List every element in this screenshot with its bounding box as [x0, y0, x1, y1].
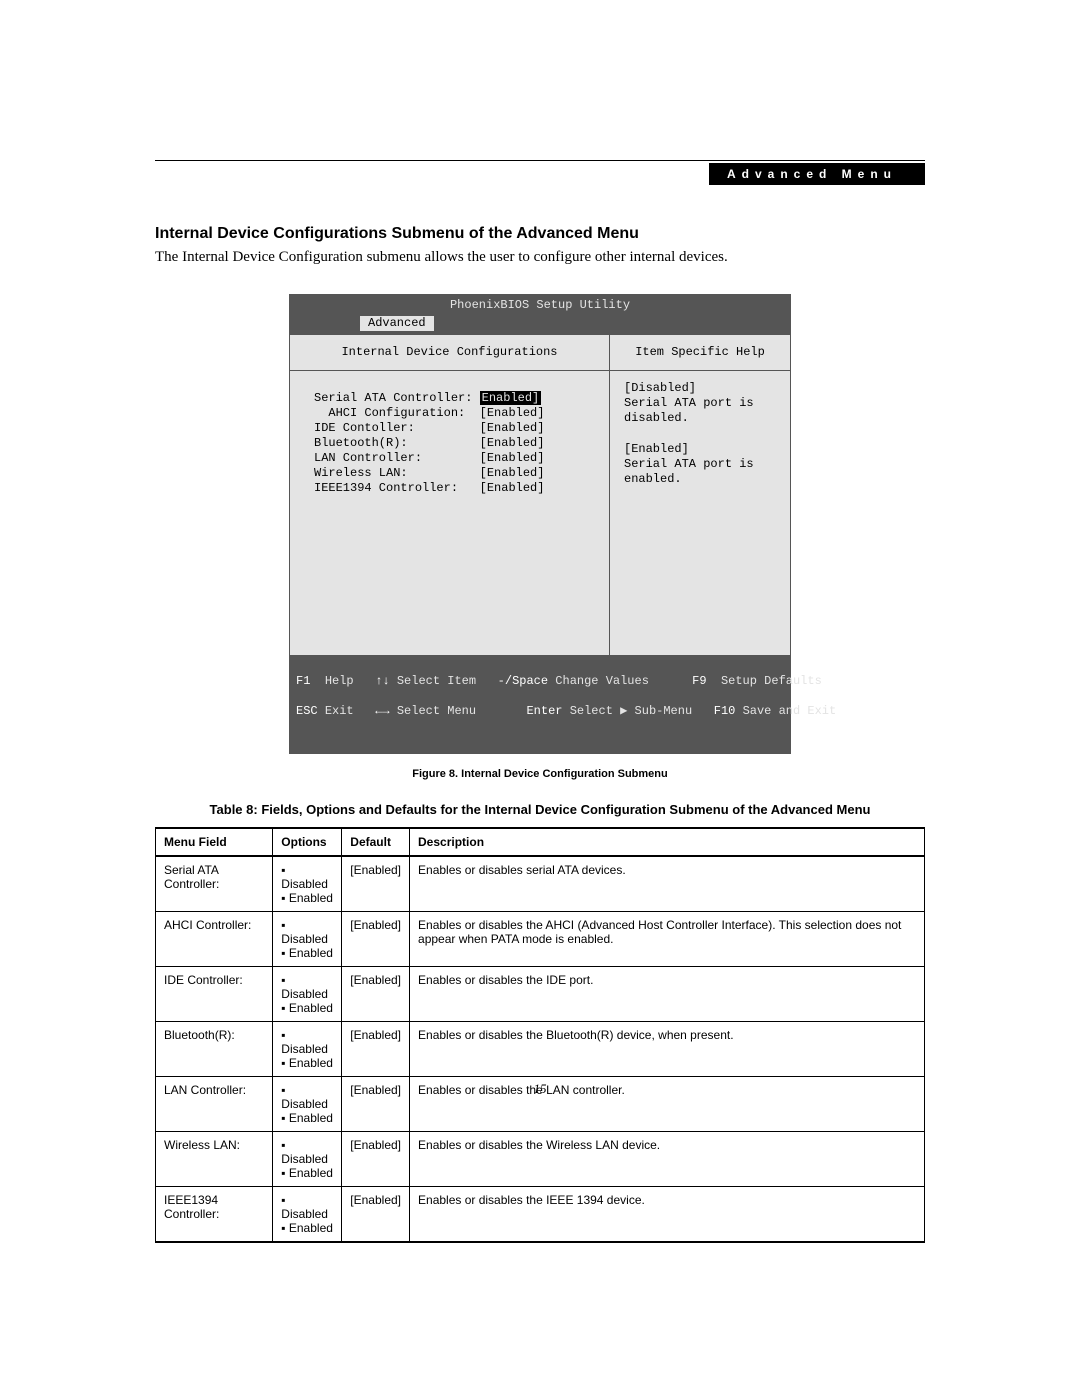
cell-default: [Enabled] [342, 1132, 410, 1187]
bios-setting-row[interactable]: IEEE1394 Controller: [Enabled] [314, 481, 597, 496]
bios-tab-advanced[interactable]: Advanced [360, 316, 434, 331]
section-title: Internal Device Configurations Submenu o… [155, 225, 925, 243]
cell-description: Enables or disables the AHCI (Advanced H… [410, 912, 925, 967]
cell-menu-field: AHCI Controller: [156, 912, 273, 967]
option-item: Disabled [281, 1028, 333, 1056]
cell-options: DisabledEnabled [273, 1187, 342, 1243]
bios-footer: F1 Help ↑↓ Select Item -/Space Change Va… [290, 655, 790, 753]
bios-setting-row[interactable]: AHCI Configuration: [Enabled] [314, 406, 597, 421]
bios-help-block: [Enabled] Serial ATA port is enabled. [624, 442, 778, 487]
cell-menu-field: IEEE1394 Controller: [156, 1187, 273, 1243]
option-item: Enabled [281, 891, 333, 905]
cell-menu-field: Wireless LAN: [156, 1132, 273, 1187]
option-item: Enabled [281, 1056, 333, 1070]
cell-menu-field: Serial ATA Controller: [156, 856, 273, 912]
bios-setting-row[interactable]: Serial ATA Controller: Enabled] [314, 391, 597, 406]
table-row: IEEE1394 Controller:DisabledEnabled[Enab… [156, 1187, 925, 1243]
table-row: Bluetooth(R):DisabledEnabled[Enabled]Ena… [156, 1022, 925, 1077]
cell-default: [Enabled] [342, 1187, 410, 1243]
bios-setting-value[interactable]: [Enabled] [480, 406, 545, 420]
bios-setting-row[interactable]: IDE Contoller: [Enabled] [314, 421, 597, 436]
cell-menu-field: Bluetooth(R): [156, 1022, 273, 1077]
page-number: 15 [0, 1081, 1080, 1097]
bios-setting-value[interactable]: [Enabled] [480, 421, 545, 435]
option-item: Disabled [281, 973, 333, 1001]
bios-setting-label: IDE Contoller: [314, 421, 480, 435]
th-options: Options [273, 828, 342, 856]
bios-right-pane: Item Specific Help [Disabled] Serial ATA… [610, 335, 790, 655]
table-title: Table 8: Fields, Options and Defaults fo… [155, 802, 925, 817]
bios-setting-label: Serial ATA Controller: [314, 391, 480, 405]
table-row: AHCI Controller:DisabledEnabled[Enabled]… [156, 912, 925, 967]
bios-setting-row[interactable]: Wireless LAN: [Enabled] [314, 466, 597, 481]
option-item: Enabled [281, 946, 333, 960]
option-item: Disabled [281, 1138, 333, 1166]
bios-setting-label: IEEE1394 Controller: [314, 481, 480, 495]
cell-description: Enables or disables the IDE port. [410, 967, 925, 1022]
bios-help-text: [Disabled] Serial ATA port is disabled. [… [610, 371, 790, 655]
bios-setting-label: LAN Controller: [314, 451, 480, 465]
header-tab: Advanced Menu [709, 163, 925, 185]
th-default: Default [342, 828, 410, 856]
cell-default: [Enabled] [342, 967, 410, 1022]
bios-screen: PhoenixBIOS Setup Utility Advanced Inter… [289, 294, 791, 754]
option-item: Disabled [281, 1193, 333, 1221]
cell-options: DisabledEnabled [273, 967, 342, 1022]
th-description: Description [410, 828, 925, 856]
bios-help-block: [Disabled] Serial ATA port is disabled. [624, 381, 778, 426]
cell-description: Enables or disables serial ATA devices. [410, 856, 925, 912]
cell-options: DisabledEnabled [273, 912, 342, 967]
cell-default: [Enabled] [342, 1022, 410, 1077]
option-item: Enabled [281, 1166, 333, 1180]
table-row: Serial ATA Controller:DisabledEnabled[En… [156, 856, 925, 912]
cell-options: DisabledEnabled [273, 856, 342, 912]
bios-setting-label: AHCI Configuration: [314, 406, 480, 420]
bios-body: Internal Device Configurations Serial AT… [290, 334, 790, 655]
bios-setting-label: Wireless LAN: [314, 466, 480, 480]
section-intro: The Internal Device Configuration submen… [155, 249, 925, 266]
bios-title: PhoenixBIOS Setup Utility [290, 295, 790, 316]
cell-menu-field: IDE Controller: [156, 967, 273, 1022]
figure-caption: Figure 8. Internal Device Configuration … [155, 768, 925, 780]
header-bar: Advanced Menu [155, 163, 925, 185]
table-row: Wireless LAN:DisabledEnabled[Enabled]Ena… [156, 1132, 925, 1187]
cell-options: DisabledEnabled [273, 1022, 342, 1077]
bios-setting-value[interactable]: [Enabled] [480, 436, 545, 450]
option-item: Enabled [281, 1221, 333, 1235]
bios-setting-value[interactable]: [Enabled] [480, 451, 545, 465]
th-menu-field: Menu Field [156, 828, 273, 856]
option-item: Enabled [281, 1111, 333, 1125]
bios-setting-value[interactable]: [Enabled] [480, 481, 545, 495]
option-item: Disabled [281, 918, 333, 946]
bios-setting-value[interactable]: Enabled] [480, 391, 542, 405]
bios-setting-value[interactable]: [Enabled] [480, 466, 545, 480]
option-item: Enabled [281, 1001, 333, 1015]
header-rule [155, 160, 925, 161]
cell-default: [Enabled] [342, 856, 410, 912]
bios-setting-label: Bluetooth(R): [314, 436, 480, 450]
bios-left-title: Internal Device Configurations [290, 335, 609, 371]
options-table: Menu Field Options Default Description S… [155, 827, 925, 1243]
bios-left-pane: Internal Device Configurations Serial AT… [290, 335, 610, 655]
cell-options: DisabledEnabled [273, 1132, 342, 1187]
table-header-row: Menu Field Options Default Description [156, 828, 925, 856]
cell-description: Enables or disables the Bluetooth(R) dev… [410, 1022, 925, 1077]
cell-default: [Enabled] [342, 912, 410, 967]
bios-setting-row[interactable]: LAN Controller: [Enabled] [314, 451, 597, 466]
bios-menubar: Advanced [290, 316, 790, 334]
option-item: Disabled [281, 863, 333, 891]
cell-description: Enables or disables the IEEE 1394 device… [410, 1187, 925, 1243]
table-row: IDE Controller:DisabledEnabled[Enabled]E… [156, 967, 925, 1022]
bios-settings-list: Serial ATA Controller: Enabled] AHCI Con… [290, 371, 609, 636]
cell-description: Enables or disables the Wireless LAN dev… [410, 1132, 925, 1187]
bios-right-title: Item Specific Help [610, 335, 790, 371]
page: Advanced Menu Internal Device Configurat… [0, 0, 1080, 1397]
bios-setting-row[interactable]: Bluetooth(R): [Enabled] [314, 436, 597, 451]
